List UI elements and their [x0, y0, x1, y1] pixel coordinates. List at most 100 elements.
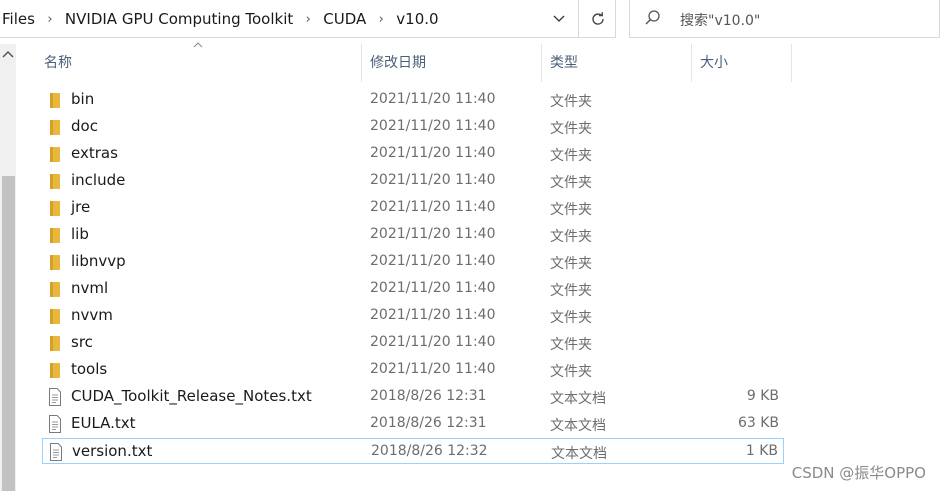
- file-type: 文件夹: [550, 283, 592, 299]
- column-header-type[interactable]: 类型: [542, 44, 692, 82]
- column-header-size[interactable]: 大小: [692, 44, 792, 82]
- folder-icon: [47, 171, 63, 191]
- file-type: 文件夹: [550, 121, 592, 137]
- file-name: src: [71, 333, 93, 351]
- folder-row[interactable]: tools 2021/11/20 11:40 文件夹: [42, 357, 784, 383]
- column-header-name-label: 名称: [44, 55, 72, 71]
- scroll-up-arrow-icon[interactable]: [2, 50, 14, 58]
- breadcrumb-item-cuda[interactable]: CUDA: [321, 10, 368, 28]
- folder-icon: [47, 360, 63, 380]
- folder-icon: [47, 306, 63, 326]
- folder-row[interactable]: bin 2021/11/20 11:40 文件夹: [42, 87, 784, 113]
- folder-icon: [47, 333, 63, 353]
- file-modified-date: 2021/11/20 11:40: [370, 361, 496, 377]
- file-type: 文件夹: [550, 229, 592, 245]
- file-name: EULA.txt: [71, 414, 136, 432]
- file-type: 文件夹: [550, 256, 592, 272]
- file-size: 1 KB: [745, 443, 778, 459]
- column-header-row: 名称 修改日期 类型 大小: [36, 42, 940, 82]
- file-modified-date: 2021/11/20 11:40: [370, 280, 496, 296]
- file-type: 文本文档: [551, 446, 607, 462]
- file-modified-date: 2021/11/20 11:40: [370, 226, 496, 242]
- watermark: CSDN @振华OPPO: [791, 464, 926, 482]
- file-type: 文本文档: [550, 391, 606, 407]
- breadcrumb-item-nvidia-toolkit[interactable]: NVIDIA GPU Computing Toolkit: [63, 10, 295, 28]
- file-name: bin: [71, 90, 95, 108]
- file-modified-date: 2021/11/20 11:40: [370, 91, 496, 107]
- file-name: doc: [71, 117, 98, 135]
- file-name: tools: [71, 360, 108, 378]
- file-modified-date: 2021/11/20 11:40: [370, 307, 496, 323]
- folder-icon: [47, 198, 63, 218]
- file-type: 文件夹: [550, 94, 592, 110]
- file-type: 文件夹: [550, 337, 592, 353]
- navigation-pane-scrollbar[interactable]: [0, 44, 16, 491]
- file-modified-date: 2021/11/20 11:40: [370, 199, 496, 215]
- folder-row[interactable]: nvml 2021/11/20 11:40 文件夹: [42, 276, 784, 302]
- folder-row[interactable]: src 2021/11/20 11:40 文件夹: [42, 330, 784, 356]
- search-placeholder: 搜索"v10.0": [680, 13, 761, 29]
- breadcrumb-item-v10[interactable]: v10.0: [394, 10, 440, 28]
- file-type: 文件夹: [550, 148, 592, 164]
- text-file-icon: [47, 414, 63, 434]
- sort-ascending-icon: [193, 42, 203, 48]
- column-header-name[interactable]: 名称: [36, 42, 362, 82]
- column-header-date[interactable]: 修改日期: [362, 44, 542, 82]
- folder-icon: [47, 225, 63, 245]
- column-header-date-label: 修改日期: [370, 55, 426, 71]
- folder-row[interactable]: lib 2021/11/20 11:40 文件夹: [42, 222, 784, 248]
- file-name: include: [71, 171, 126, 189]
- folder-row[interactable]: libnvvp 2021/11/20 11:40 文件夹: [42, 249, 784, 275]
- file-size: 63 KB: [737, 415, 779, 431]
- file-name: CUDA_Toolkit_Release_Notes.txt: [71, 387, 312, 405]
- chevron-right-icon[interactable]: ›: [295, 12, 321, 27]
- chevron-right-icon[interactable]: ›: [37, 12, 63, 27]
- file-type: 文件夹: [550, 202, 592, 218]
- file-name: extras: [71, 144, 118, 162]
- file-modified-date: 2021/11/20 11:40: [370, 253, 496, 269]
- file-modified-date: 2018/8/26 12:31: [370, 388, 487, 404]
- address-history-dropdown[interactable]: [542, 0, 576, 38]
- search-icon: [645, 10, 660, 25]
- file-size: 9 KB: [746, 388, 779, 404]
- file-type: 文件夹: [550, 364, 592, 380]
- folder-icon: [47, 144, 63, 164]
- chevron-right-icon[interactable]: ›: [368, 12, 394, 27]
- folder-row[interactable]: doc 2021/11/20 11:40 文件夹: [42, 114, 784, 140]
- file-modified-date: 2021/11/20 11:40: [370, 334, 496, 350]
- scrollbar-thumb[interactable]: [2, 176, 15, 491]
- breadcrumb-item-files[interactable]: Files: [0, 10, 37, 28]
- folder-icon: [47, 90, 63, 110]
- text-file-icon: [47, 387, 63, 407]
- file-modified-date: 2021/11/20 11:40: [370, 118, 496, 134]
- folder-icon: [47, 252, 63, 272]
- file-type: 文件夹: [550, 310, 592, 326]
- file-type: 文件夹: [550, 175, 592, 191]
- folder-row[interactable]: nvvm 2021/11/20 11:40 文件夹: [42, 303, 784, 329]
- column-header-size-label: 大小: [700, 55, 728, 71]
- column-header-type-label: 类型: [550, 55, 578, 71]
- file-row[interactable]: CUDA_Toolkit_Release_Notes.txt 2018/8/26 …: [42, 384, 784, 410]
- folder-row[interactable]: include 2021/11/20 11:40 文件夹: [42, 168, 784, 194]
- file-name: nvvm: [71, 306, 113, 324]
- chevron-down-icon: [553, 15, 565, 22]
- file-modified-date: 2018/8/26 12:31: [370, 415, 487, 431]
- folder-row[interactable]: jre 2021/11/20 11:40 文件夹: [42, 195, 784, 221]
- refresh-button[interactable]: [578, 0, 616, 38]
- folder-row[interactable]: extras 2021/11/20 11:40 文件夹: [42, 141, 784, 167]
- file-modified-date: 2018/8/26 12:32: [371, 443, 488, 459]
- file-name: nvml: [71, 279, 109, 297]
- file-name: libnvvp: [71, 252, 126, 270]
- file-modified-date: 2021/11/20 11:40: [370, 172, 496, 188]
- address-bar[interactable]: Files › NVIDIA GPU Computing Toolkit › C…: [0, 0, 616, 38]
- file-type: 文本文档: [550, 418, 606, 434]
- file-name: jre: [71, 198, 91, 216]
- search-box[interactable]: 搜索"v10.0": [629, 0, 940, 38]
- file-row[interactable]: version.txt 2018/8/26 12:32 文本文档 1 KB: [42, 438, 784, 464]
- file-row[interactable]: EULA.txt 2018/8/26 12:31 文本文档 63 KB: [42, 411, 784, 437]
- file-modified-date: 2021/11/20 11:40: [370, 145, 496, 161]
- text-file-icon: [48, 442, 64, 462]
- folder-icon: [47, 117, 63, 137]
- file-name: lib: [71, 225, 89, 243]
- folder-icon: [47, 279, 63, 299]
